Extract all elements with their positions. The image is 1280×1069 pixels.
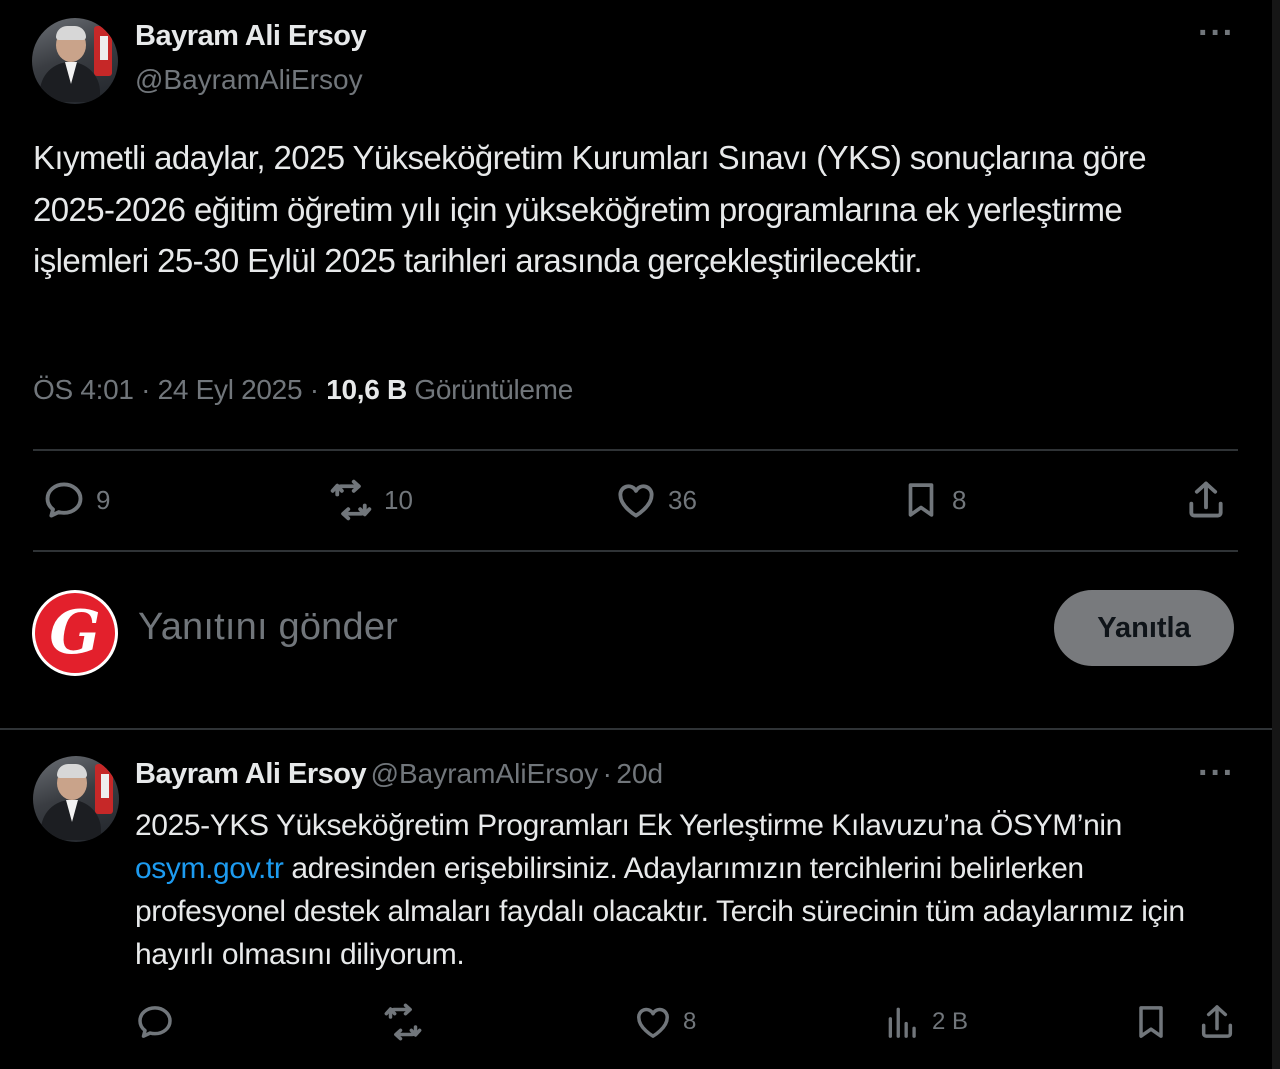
reply-author-handle[interactable]: @BayramAliErsoy [371, 758, 599, 789]
retweet-icon [330, 479, 372, 521]
reply-button[interactable]: 9 [42, 478, 110, 522]
reply-icon [138, 1006, 172, 1038]
reply-author-avatar[interactable] [33, 756, 119, 842]
reply-header: Bayram Ali Ersoy @BayramAliErsoy · 20d [135, 758, 663, 791]
reply-tweet-like-button[interactable]: 8 [633, 1002, 696, 1042]
more-horizontal-icon[interactable]: ··· [1198, 14, 1235, 53]
reply-time[interactable]: 20d [616, 758, 663, 789]
divider [33, 449, 1238, 451]
section-divider [0, 728, 1272, 730]
header-separator: · [602, 758, 612, 789]
retweet-button[interactable]: 10 [328, 478, 413, 522]
reply-text-end: adresinden erişebilirsiniz. Adaylarımızı… [135, 852, 1185, 971]
bookmark-count: 8 [952, 484, 967, 515]
more-horizontal-icon[interactable]: ··· [1198, 754, 1235, 793]
like-count: 8 [683, 1008, 697, 1035]
reply-submit-button[interactable]: Yanıtla [1054, 590, 1234, 666]
bookmark-icon [908, 483, 934, 517]
reply-icon [45, 482, 83, 518]
osym-link[interactable]: osym.gov.tr [135, 852, 284, 885]
bookmark-icon [1139, 1006, 1163, 1038]
current-user-avatar[interactable]: G [32, 590, 118, 676]
heart-icon [637, 1007, 669, 1038]
share-icon [1201, 1005, 1233, 1038]
reply-tweet-share-button[interactable] [1197, 1002, 1237, 1042]
share-button[interactable] [1184, 478, 1228, 522]
reply-tweet-bookmark-button[interactable] [1131, 1002, 1171, 1042]
heart-icon [618, 484, 654, 518]
meta-separator: · [309, 374, 319, 405]
views-label: Görüntüleme [414, 374, 573, 405]
scrollbar-track[interactable] [1272, 0, 1280, 1069]
tweet-meta: ÖS 4:01 · 24 Eyl 2025 · 10,6 B Görüntüle… [33, 374, 573, 406]
avatar-letter: G [35, 593, 115, 673]
tweet-text: Kıymetli adaylar, 2025 Yükseköğretim Kur… [33, 139, 1147, 279]
author-handle[interactable]: @BayramAliErsoy [135, 64, 363, 96]
reply-tweet-views-button[interactable]: 2 B [884, 1002, 968, 1042]
reply-count: 9 [96, 484, 111, 515]
views-count: 10,6 B [326, 374, 407, 405]
tweet-time[interactable]: ÖS 4:01 [33, 374, 134, 405]
share-icon [1189, 481, 1223, 518]
views-count: 2 B [932, 1008, 969, 1035]
analytics-icon [888, 1007, 916, 1038]
reply-input[interactable]: Yanıtını gönder [138, 606, 398, 649]
reply-author-name[interactable]: Bayram Ali Ersoy [135, 758, 367, 790]
retweet-count: 10 [384, 484, 413, 515]
reply-text-start: 2025-YKS Yükseköğretim Programları Ek Ye… [135, 809, 1122, 842]
divider [33, 550, 1238, 552]
author-avatar[interactable] [32, 18, 118, 104]
reply-tweet-retweet-button[interactable] [382, 1002, 434, 1042]
bookmark-button[interactable]: 8 [900, 478, 966, 522]
like-button[interactable]: 36 [614, 478, 697, 522]
retweet-icon [384, 1003, 422, 1041]
meta-separator: · [141, 374, 151, 405]
like-count: 36 [668, 484, 697, 515]
reply-tweet-reply-button[interactable] [135, 1002, 185, 1042]
author-name[interactable]: Bayram Ali Ersoy [135, 20, 367, 53]
tweet-date[interactable]: 24 Eyl 2025 [158, 374, 303, 405]
reply-tweet-text: 2025-YKS Yükseköğretim Programları Ek Ye… [135, 804, 1235, 976]
